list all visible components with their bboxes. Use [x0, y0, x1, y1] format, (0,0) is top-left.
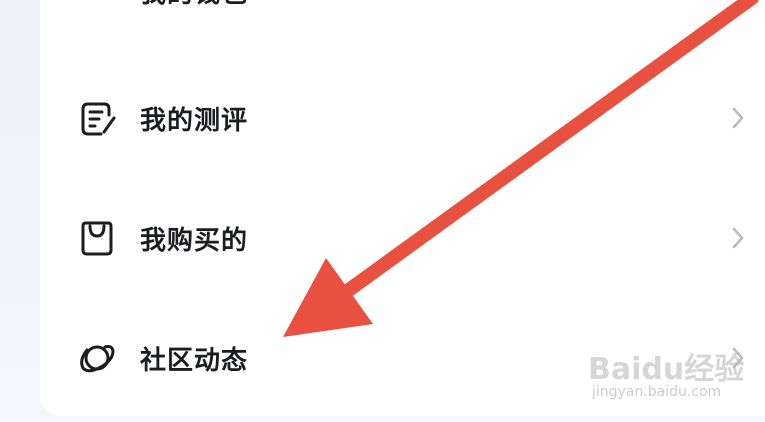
- wallet-icon: [77, 0, 117, 17]
- menu-item-purchased[interactable]: 我购买的: [40, 203, 765, 273]
- menu-item-wallet[interactable]: 我的钱包: [40, 0, 765, 35]
- menu-card: 我的钱包 我的测评: [40, 0, 765, 416]
- review-icon: [77, 98, 117, 138]
- screen: 我的钱包 我的测评: [0, 0, 765, 422]
- chevron-right-icon: [728, 223, 748, 253]
- chevron-right-icon: [728, 103, 748, 133]
- menu-item-review[interactable]: 我的测评: [40, 83, 765, 153]
- menu-item-label: 社区动态: [140, 345, 249, 376]
- shopping-bag-icon: [77, 218, 117, 258]
- menu-item-community[interactable]: 社区动态: [40, 323, 765, 393]
- planet-icon: [77, 338, 117, 378]
- menu-item-label: 我的钱包: [140, 0, 248, 10]
- menu-item-label: 我购买的: [140, 225, 249, 256]
- menu-item-label: 我的测评: [140, 105, 249, 136]
- chevron-right-icon: [728, 343, 748, 373]
